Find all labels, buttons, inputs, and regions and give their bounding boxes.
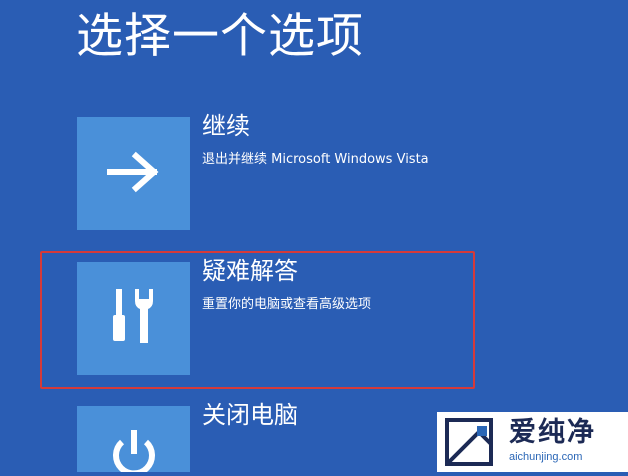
watermark: 爱纯净 aichunjing.com: [437, 412, 628, 472]
option-troubleshoot[interactable]: 疑难解答 重置你的电脑或查看高级选项: [77, 257, 517, 375]
option-continue-tile[interactable]: [77, 117, 190, 230]
watermark-text: 爱纯净 aichunjing.com: [509, 416, 627, 464]
option-troubleshoot-tile[interactable]: [77, 262, 190, 375]
option-continue-title: 继续: [202, 112, 250, 140]
brand-logo-icon: [439, 412, 499, 472]
watermark-url: aichunjing.com: [509, 451, 583, 463]
watermark-brand: 爱纯净: [509, 417, 596, 448]
arrow-right-icon: [106, 150, 162, 198]
option-troubleshoot-title: 疑难解答: [202, 257, 298, 285]
page-title: 选择一个选项: [76, 9, 364, 64]
tools-icon: [107, 287, 161, 351]
option-troubleshoot-description: 重置你的电脑或查看高级选项: [202, 297, 372, 312]
option-shutdown-title: 关闭电脑: [202, 401, 298, 429]
power-icon: [104, 406, 164, 472]
option-continue-description: 退出并继续 Microsoft Windows Vista: [202, 152, 429, 167]
option-shutdown-tile[interactable]: [77, 406, 190, 472]
option-continue[interactable]: 继续 退出并继续 Microsoft Windows Vista: [77, 112, 517, 230]
